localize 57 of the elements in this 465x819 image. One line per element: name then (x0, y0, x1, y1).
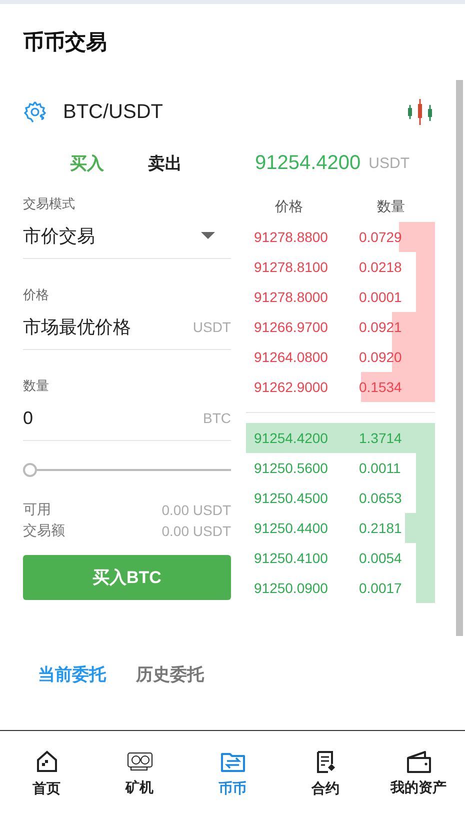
bid-price: 91250.5600 (254, 460, 329, 476)
ask-price: 91278.8000 (254, 289, 329, 305)
bid-price: 91250.4100 (254, 550, 329, 566)
ask-price: 91278.8800 (254, 229, 329, 245)
nav-item[interactable]: 合约 (279, 731, 372, 817)
bid-amount: 1.3714 (359, 430, 402, 446)
bid-amount: 0.0017 (359, 580, 402, 596)
field-label: 数量 (23, 377, 50, 395)
nav-item[interactable]: 首页 (0, 731, 93, 817)
last-price: 91254.4200 (255, 152, 361, 174)
ask-amount: 0.0921 (359, 319, 402, 335)
bid-price: 91250.4500 (254, 490, 329, 506)
ask-amount: 0.0001 (359, 289, 402, 305)
mode-select[interactable]: 市价交易 (23, 214, 231, 259)
scrollbar[interactable] (456, 80, 463, 636)
home-icon (34, 750, 58, 774)
field-label: 价格 (23, 286, 50, 304)
summary-value: 0.00 USDT (162, 502, 231, 518)
ask-price: 91264.0800 (254, 349, 329, 365)
summary-value: 0.00 USDT (162, 522, 231, 538)
caret-icon (201, 232, 215, 240)
gear-dollar-icon (23, 100, 47, 124)
ask-price: 91266.9700 (254, 319, 329, 335)
bid-amount: 0.0054 (359, 550, 402, 566)
depth-bar (416, 573, 435, 603)
ask-amount: 0.0218 (359, 259, 402, 275)
amount-field[interactable]: 0 BTC (23, 396, 231, 441)
page-title: 币币交易 (23, 30, 108, 56)
bid-price: 91254.4200 (254, 430, 329, 446)
order-tab[interactable]: 历史委托 (136, 663, 204, 686)
price-unit: USDT (368, 154, 410, 172)
ask-price: 91278.8100 (254, 259, 329, 275)
price-field[interactable]: 市场最优价格 USDT (23, 305, 231, 350)
bid-amount: 0.0011 (359, 460, 401, 476)
nav-item[interactable]: 我的资产 (372, 731, 465, 817)
ask-amount: 0.0920 (359, 349, 402, 365)
nav-item[interactable]: 币币 (186, 731, 279, 817)
wallet-icon (406, 751, 432, 773)
bid-amount: 0.2181 (359, 520, 402, 536)
bid-price: 91250.0900 (254, 580, 329, 596)
column-header: 数量 (377, 198, 405, 216)
exchange-folder-icon (220, 750, 246, 774)
summary-label: 交易额 (23, 522, 65, 540)
ask-price: 91262.9000 (254, 379, 329, 395)
slider-thumb[interactable] (23, 463, 37, 477)
nav-item[interactable]: 矿机 (93, 731, 186, 817)
column-header: 价格 (275, 198, 303, 216)
field-label: 交易模式 (23, 195, 76, 213)
trading-pair: BTC/USDT (63, 100, 164, 124)
ask-amount: 0.0729 (359, 229, 402, 245)
ask-amount: 0.1534 (359, 379, 402, 395)
bid-price: 91250.4400 (254, 520, 329, 536)
bid-amount: 0.0653 (359, 490, 402, 506)
trade-tab[interactable]: 卖出 (148, 152, 182, 174)
graphics-card-icon (126, 751, 152, 773)
candlestick-icon[interactable] (405, 97, 435, 127)
summary-label: 可用 (23, 500, 51, 518)
